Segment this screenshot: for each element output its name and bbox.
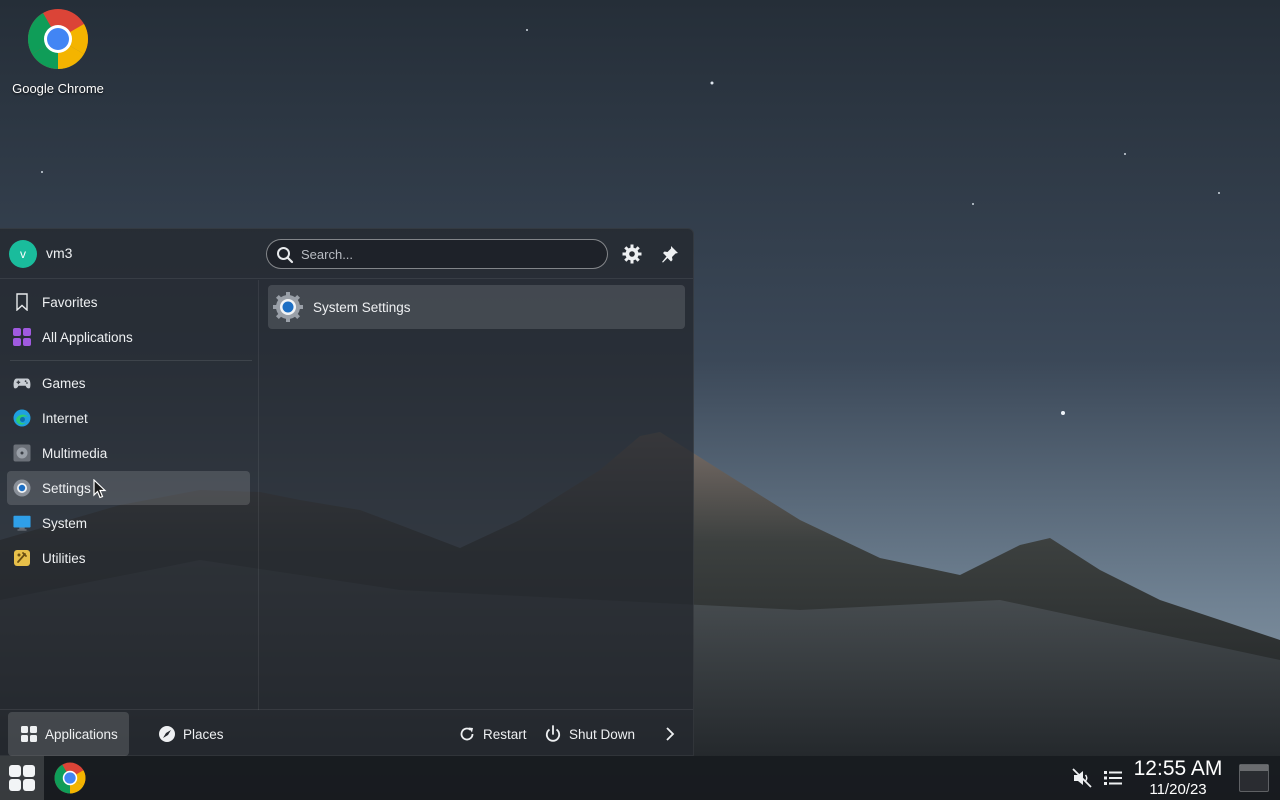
launcher-header: v vm3 Search... [0,229,693,279]
chevron-right-icon [666,727,675,741]
category-label: Multimedia [42,445,108,461]
taskbar: 12:55 AM 11/20/23 [0,756,1280,800]
places-button[interactable]: Places [150,712,230,756]
shutdown-label: Shut Down [569,726,636,742]
category-label: All Applications [42,329,133,345]
list-icon [1104,771,1122,785]
category-settings[interactable]: Settings [7,471,250,505]
start-icon [9,765,35,791]
digital-clock[interactable]: 12:55 AM 11/20/23 [1128,757,1228,798]
monitor-icon [13,514,31,532]
notifications-button[interactable] [1103,768,1123,788]
result-system-settings[interactable]: System Settings [268,285,685,329]
desktop-icon-google-chrome[interactable]: Google Chrome [6,8,110,96]
search-icon [277,247,294,264]
category-label: Settings [42,480,91,496]
gear-icon [622,244,642,264]
category-games[interactable]: Games [7,366,250,400]
restart-label: Restart [483,726,527,742]
restart-icon [458,725,476,743]
chrome-icon [54,762,86,794]
restart-button[interactable]: Restart [450,712,532,756]
muted-volume-icon [1072,768,1092,788]
search-input[interactable]: Search... [266,239,608,269]
username: vm3 [46,245,73,261]
show-desktop-button[interactable] [1239,764,1269,792]
search-placeholder: Search... [301,246,354,262]
bookmark-icon [13,293,31,311]
divider [10,360,252,361]
volume-button[interactable] [1072,768,1092,788]
avatar[interactable]: v [9,240,37,268]
settings-icon [13,479,31,497]
clock-time: 12:55 AM [1133,757,1223,780]
applications-button[interactable]: Applications [8,712,129,756]
more-power-options-button[interactable] [656,712,684,756]
power-icon [544,725,562,743]
pin-button[interactable] [658,242,682,266]
results-list: System Settings [268,285,685,329]
globe-icon [13,409,31,427]
tools-icon [13,549,31,567]
pin-icon [662,246,678,263]
result-label: System Settings [313,299,411,315]
category-multimedia[interactable]: Multimedia [7,436,250,470]
category-system[interactable]: System [7,506,250,540]
desktop-icon-label: Google Chrome [12,81,104,96]
grid-icon [13,328,31,346]
places-label: Places [183,726,224,742]
category-favorites[interactable]: Favorites [7,285,250,319]
chrome-icon [27,8,89,75]
configure-button[interactable] [620,242,644,266]
taskbar-chrome[interactable] [52,760,88,796]
gamepad-icon [13,374,31,392]
category-label: Internet [42,410,88,426]
category-label: Games [42,375,86,391]
app-launcher-button[interactable] [0,756,44,800]
media-icon [13,444,31,462]
category-sidebar: Favorites All Applications Games Interne… [0,280,259,710]
category-label: Utilities [42,550,86,566]
shutdown-button[interactable]: Shut Down [536,712,642,756]
category-label: Favorites [42,294,98,310]
system-settings-icon [273,292,303,322]
compass-icon [158,725,176,743]
category-utilities[interactable]: Utilities [7,541,250,575]
show-desktop-bar [1240,765,1268,771]
clock-date: 11/20/23 [1149,781,1207,798]
applications-label: Applications [45,726,118,742]
category-label: System [42,515,88,531]
launcher-footer: Applications Places Restart Shut Down [0,709,693,756]
applications-grid-icon [20,725,38,743]
mouse-cursor-icon [93,479,107,499]
category-all-applications[interactable]: All Applications [7,320,250,354]
category-internet[interactable]: Internet [7,401,250,435]
